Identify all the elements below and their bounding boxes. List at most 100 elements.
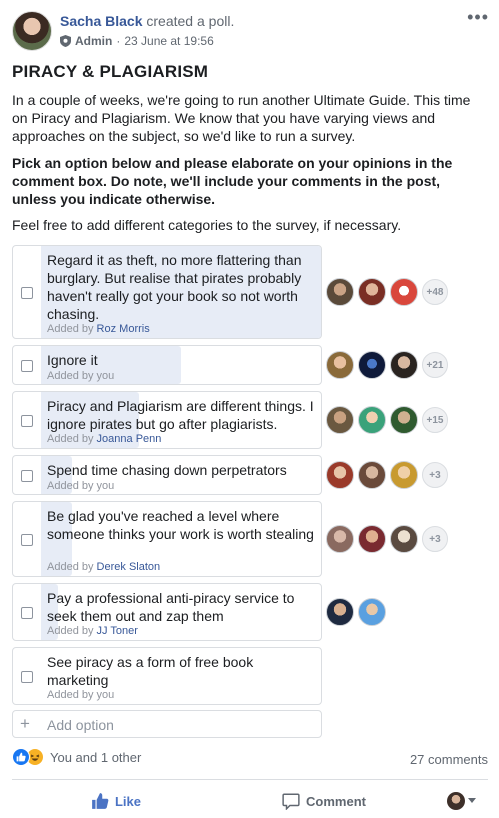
voter-avatar[interactable] bbox=[358, 461, 386, 489]
added-by-prefix: Added by bbox=[47, 323, 97, 335]
voter-avatar[interactable] bbox=[326, 525, 354, 553]
option-text: Spend time chasing down perpetrators bbox=[47, 462, 287, 478]
voter-avatar[interactable] bbox=[358, 351, 386, 379]
option-checkbox[interactable] bbox=[21, 415, 33, 427]
voter-avatar[interactable] bbox=[390, 461, 418, 489]
added-by-name: you bbox=[96, 370, 115, 382]
poll-option[interactable]: Be glad you've reached a level where som… bbox=[12, 501, 322, 577]
added-by-name[interactable]: Roz Morris bbox=[97, 323, 150, 335]
comments-count[interactable]: 27 comments bbox=[410, 752, 488, 767]
option-added-by: Added by Roz Morris bbox=[47, 323, 150, 335]
comment-bubble-icon bbox=[282, 793, 300, 810]
added-by-name[interactable]: Joanna Penn bbox=[97, 433, 162, 445]
option-checkbox[interactable] bbox=[21, 360, 33, 372]
option-checkbox[interactable] bbox=[21, 607, 33, 619]
like-label: Like bbox=[114, 793, 141, 809]
more-voters-count[interactable]: +3 bbox=[422, 462, 448, 488]
poll-option[interactable]: Ignore it Added by you bbox=[12, 345, 322, 385]
author-name-link[interactable]: Sacha Black bbox=[60, 13, 143, 29]
more-options-icon[interactable]: ••• bbox=[467, 8, 489, 26]
option-voters[interactable] bbox=[326, 598, 390, 626]
added-by-name: you bbox=[96, 480, 115, 492]
option-voters[interactable]: +3 bbox=[326, 525, 448, 553]
voter-avatar[interactable] bbox=[358, 598, 386, 626]
added-by-prefix: Added by bbox=[47, 433, 97, 445]
option-text: Piracy and Plagiarism are different thin… bbox=[47, 398, 314, 432]
added-by-prefix: Added by bbox=[47, 689, 97, 701]
option-voters[interactable]: +48 bbox=[326, 278, 448, 306]
like-reaction-icon bbox=[12, 748, 30, 766]
added-by-prefix: Added by bbox=[47, 625, 97, 637]
option-added-by: Added by JJ Toner bbox=[47, 625, 138, 637]
option-checkbox[interactable] bbox=[21, 671, 33, 683]
added-by-name[interactable]: Derek Slaton bbox=[97, 561, 161, 573]
voter-avatar[interactable] bbox=[390, 351, 418, 379]
added-by-name[interactable]: JJ Toner bbox=[97, 625, 138, 637]
option-added-by: Added by you bbox=[47, 689, 114, 701]
admin-shield-icon bbox=[60, 35, 71, 47]
author-avatar[interactable] bbox=[12, 11, 52, 51]
add-option-placeholder: Add option bbox=[47, 717, 114, 733]
plus-icon: + bbox=[20, 714, 30, 733]
reactions-summary[interactable]: You and 1 other bbox=[12, 748, 141, 766]
poll-option[interactable]: Regard it as theft, no more flattering t… bbox=[12, 245, 322, 339]
option-checkbox[interactable] bbox=[21, 287, 33, 299]
admin-badge: Admin bbox=[75, 34, 113, 48]
action-divider bbox=[12, 779, 488, 780]
post-meta: Admin · 23 June at 19:56 bbox=[60, 34, 214, 48]
voter-avatar[interactable] bbox=[326, 598, 354, 626]
voter-avatar[interactable] bbox=[358, 406, 386, 434]
more-voters-count[interactable]: +21 bbox=[422, 352, 448, 378]
meta-separator: · bbox=[116, 34, 121, 48]
option-text: Pay a professional anti-piracy service t… bbox=[47, 590, 295, 624]
post-note: Feel free to add different categories to… bbox=[12, 217, 402, 233]
reaction-identity-picker[interactable] bbox=[428, 786, 488, 816]
post-title: PIRACY & PLAGIARISM bbox=[12, 62, 209, 81]
caret-down-icon bbox=[468, 798, 476, 803]
more-voters-count[interactable]: +3 bbox=[422, 526, 448, 552]
like-button[interactable]: Like bbox=[12, 786, 220, 816]
comment-button[interactable]: Comment bbox=[220, 786, 428, 816]
add-option-input[interactable]: + Add option bbox=[12, 710, 322, 738]
voter-avatar[interactable] bbox=[390, 406, 418, 434]
option-checkbox[interactable] bbox=[21, 534, 33, 546]
option-added-by: Added by you bbox=[47, 370, 114, 382]
reactions-text[interactable]: You and 1 other bbox=[50, 750, 141, 765]
added-by-prefix: Added by bbox=[47, 370, 97, 382]
voter-avatar[interactable] bbox=[326, 278, 354, 306]
post-action-text: created a poll. bbox=[146, 13, 235, 29]
voter-avatar[interactable] bbox=[358, 278, 386, 306]
poll-option[interactable]: See piracy as a form of free book market… bbox=[12, 647, 322, 705]
option-added-by: Added by Joanna Penn bbox=[47, 433, 161, 445]
added-by-name: you bbox=[96, 689, 115, 701]
voter-avatar[interactable] bbox=[390, 525, 418, 553]
post-actions: Like Comment bbox=[12, 786, 488, 816]
option-text: See piracy as a form of free book market… bbox=[47, 654, 254, 688]
voter-avatar[interactable] bbox=[326, 461, 354, 489]
option-text: Ignore it bbox=[47, 352, 98, 368]
poll-option[interactable]: Piracy and Plagiarism are different thin… bbox=[12, 391, 322, 449]
more-voters-count[interactable]: +15 bbox=[422, 407, 448, 433]
added-by-prefix: Added by bbox=[47, 480, 97, 492]
post-intro: In a couple of weeks, we're going to run… bbox=[12, 92, 471, 144]
post-header: Sacha Black created a poll. Admin · 23 J… bbox=[12, 8, 489, 54]
identity-avatar bbox=[447, 792, 465, 810]
option-added-by: Added by Derek Slaton bbox=[47, 561, 160, 573]
option-added-by: Added by you bbox=[47, 480, 114, 492]
comment-label: Comment bbox=[306, 793, 366, 809]
post-instruction: Pick an option below and please elaborat… bbox=[12, 155, 453, 207]
voter-avatar[interactable] bbox=[326, 351, 354, 379]
option-checkbox[interactable] bbox=[21, 470, 33, 482]
added-by-prefix: Added by bbox=[47, 561, 97, 573]
poll-option[interactable]: Spend time chasing down perpetrators Add… bbox=[12, 455, 322, 495]
voter-avatar[interactable] bbox=[358, 525, 386, 553]
option-voters[interactable]: +3 bbox=[326, 461, 448, 489]
option-text: Be glad you've reached a level where som… bbox=[47, 508, 314, 542]
option-voters[interactable]: +15 bbox=[326, 406, 448, 434]
poll-option[interactable]: Pay a professional anti-piracy service t… bbox=[12, 583, 322, 641]
more-voters-count[interactable]: +48 bbox=[422, 279, 448, 305]
post-date[interactable]: 23 June at 19:56 bbox=[124, 34, 213, 48]
voter-avatar[interactable] bbox=[326, 406, 354, 434]
voter-avatar[interactable] bbox=[390, 278, 418, 306]
option-voters[interactable]: +21 bbox=[326, 351, 448, 379]
